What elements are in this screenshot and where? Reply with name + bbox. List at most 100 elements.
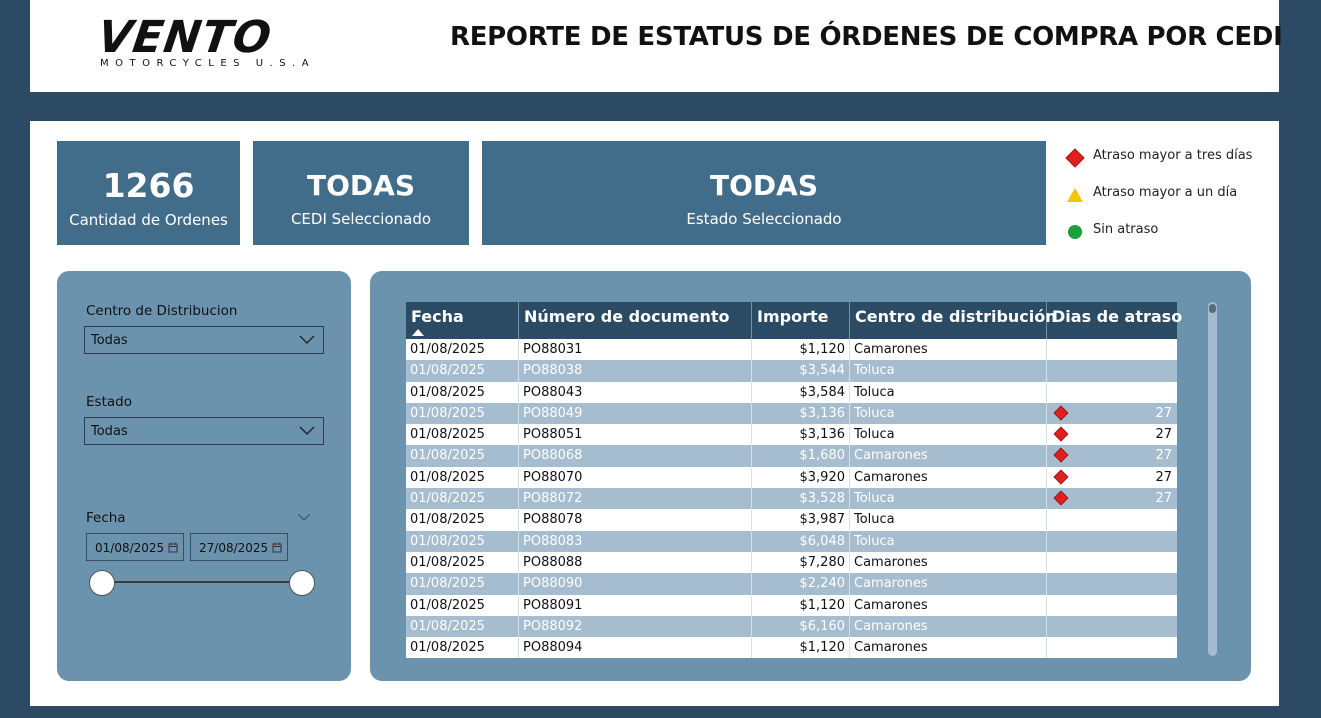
cell-importe: $1,120 — [752, 594, 850, 616]
cell-dias — [1047, 360, 1177, 381]
logo-main-text: VENTO — [94, 12, 276, 63]
centro-filter-label: Centro de Distribucion — [86, 303, 238, 319]
cell-dias: 27 — [1047, 445, 1177, 466]
cell-importe: $6,160 — [752, 615, 850, 638]
cell-documento: PO88091 — [519, 594, 752, 616]
table-body: 01/08/2025 PO88031 $1,120 Camarones 01/08/20… — [406, 339, 1177, 659]
table-row[interactable]: 01/08/2025 PO88083 $6,048 Toluca — [406, 530, 1177, 552]
cell-documento: PO88083 — [519, 530, 752, 552]
estado-card: TODAS Estado Seleccionado — [482, 141, 1046, 245]
cell-dias — [1047, 573, 1177, 594]
table-row[interactable]: 01/08/2025 PO88092 $6,160 Camarones — [406, 615, 1177, 638]
green-circle-icon — [1068, 225, 1082, 239]
cell-documento: PO88094 — [519, 637, 752, 659]
main-panel: 1266 Cantidad de Ordenes TODAS CEDI Sele… — [30, 121, 1279, 706]
cell-dias — [1047, 339, 1177, 360]
dias-value: 27 — [1155, 448, 1172, 464]
start-date-value: 01/08/2025 — [95, 541, 165, 555]
table-scrollbar[interactable] — [1208, 302, 1217, 656]
orders-table: Fecha Número de documento Importe Centro… — [406, 302, 1182, 659]
red-diamond-icon — [1053, 405, 1069, 421]
cell-dias — [1047, 637, 1177, 658]
cell-documento: PO88092 — [519, 615, 752, 638]
legend: Atraso mayor a tres días Atraso mayor a … — [1062, 141, 1272, 252]
yellow-triangle-icon — [1067, 188, 1083, 202]
cell-centro: Camarones — [850, 615, 1047, 638]
cell-dias: 27 — [1047, 467, 1177, 488]
cell-centro: Toluca — [850, 530, 1047, 552]
table-row[interactable]: 01/08/2025 PO88078 $3,987 Toluca — [406, 509, 1177, 531]
vento-logo: VENTO MOTORCYCLES U.S.A — [94, 12, 348, 76]
cell-fecha: 01/08/2025 — [406, 615, 519, 638]
centro-dropdown[interactable]: Todas — [84, 326, 324, 354]
date-slider-track[interactable] — [102, 581, 302, 583]
estado-dropdown[interactable]: Todas — [84, 417, 324, 445]
column-header-documento[interactable]: Número de documento — [519, 302, 752, 339]
cell-dias — [1047, 382, 1177, 403]
column-header-centro[interactable]: Centro de distribución — [850, 302, 1057, 339]
cell-centro: Camarones — [850, 573, 1047, 595]
cell-documento: PO88090 — [519, 573, 752, 595]
chevron-down-icon — [299, 426, 315, 435]
cell-fecha: 01/08/2025 — [406, 509, 519, 531]
start-date-input[interactable]: 01/08/2025 — [86, 533, 184, 561]
legend-label: Atraso mayor a un día — [1093, 185, 1238, 200]
cell-importe: $6,048 — [752, 530, 850, 552]
column-header-fecha[interactable]: Fecha — [406, 302, 519, 339]
cedi-card: TODAS CEDI Seleccionado — [253, 141, 469, 245]
end-date-value: 27/08/2025 — [199, 541, 269, 555]
cell-centro: Toluca — [850, 488, 1047, 510]
chevron-down-icon[interactable] — [297, 513, 311, 522]
end-date-input[interactable]: 27/08/2025 — [190, 533, 288, 561]
cell-importe: $1,120 — [752, 339, 850, 361]
cell-centro: Toluca — [850, 424, 1047, 446]
legend-item-green: Sin atraso — [1062, 215, 1272, 252]
cell-centro: Toluca — [850, 381, 1047, 403]
date-slider-end-handle[interactable] — [289, 570, 315, 596]
calendar-icon — [168, 542, 178, 553]
date-slider-start-handle[interactable] — [89, 570, 115, 596]
cell-centro: Camarones — [850, 594, 1047, 616]
table-row[interactable]: 01/08/2025 PO88049 $3,136 Toluca 27 — [406, 402, 1177, 425]
table-row[interactable]: 01/08/2025 PO88043 $3,584 Toluca — [406, 381, 1177, 403]
table-row[interactable]: 01/08/2025 PO88038 $3,544 Toluca — [406, 360, 1177, 382]
table-row[interactable]: 01/08/2025 PO88090 $2,240 Camarones — [406, 573, 1177, 595]
cell-fecha: 01/08/2025 — [406, 573, 519, 595]
cell-documento: PO88078 — [519, 509, 752, 531]
table-row[interactable]: 01/08/2025 PO88072 $3,528 Toluca 27 — [406, 488, 1177, 510]
cell-importe: $3,136 — [752, 402, 850, 425]
table-row[interactable]: 01/08/2025 PO88068 $1,680 Camarones 27 — [406, 445, 1177, 467]
table-row[interactable]: 01/08/2025 PO88031 $1,120 Camarones — [406, 339, 1177, 361]
cell-dias — [1047, 552, 1177, 573]
header: VENTO MOTORCYCLES U.S.A REPORTE DE ESTAT… — [30, 0, 1283, 92]
cell-dias: 27 — [1047, 424, 1177, 445]
cell-importe: $7,280 — [752, 551, 850, 574]
cell-dias — [1047, 595, 1177, 616]
cell-fecha: 01/08/2025 — [406, 381, 519, 403]
cell-documento: PO88043 — [519, 381, 752, 403]
table-row[interactable]: 01/08/2025 PO88091 $1,120 Camarones — [406, 594, 1177, 616]
cell-dias — [1047, 616, 1177, 637]
red-diamond-icon — [1053, 469, 1069, 485]
cell-importe: $3,987 — [752, 509, 850, 531]
cell-importe: $1,120 — [752, 637, 850, 659]
chevron-down-icon — [299, 335, 315, 344]
table-row[interactable]: 01/08/2025 PO88051 $3,136 Toluca 27 — [406, 424, 1177, 446]
centro-dropdown-value: Todas — [91, 333, 128, 348]
orders-count-label: Cantidad de Ordenes — [69, 211, 228, 229]
dias-value: 27 — [1155, 427, 1172, 443]
red-diamond-icon — [1053, 490, 1069, 506]
column-header-dias[interactable]: Dias de atraso — [1047, 302, 1182, 339]
cell-documento: PO88049 — [519, 402, 752, 425]
table-row[interactable]: 01/08/2025 PO88088 $7,280 Camarones — [406, 551, 1177, 574]
scrollbar-thumb[interactable] — [1209, 304, 1216, 313]
table-row[interactable]: 01/08/2025 PO88094 $1,120 Camarones — [406, 637, 1177, 659]
red-diamond-icon — [1053, 447, 1069, 464]
legend-label: Atraso mayor a tres días — [1093, 148, 1253, 163]
table-row[interactable]: 01/08/2025 PO88070 $3,920 Camarones 27 — [406, 466, 1177, 489]
column-header-importe[interactable]: Importe — [752, 302, 850, 339]
cedi-value: TODAS — [307, 169, 415, 202]
cell-importe: $1,680 — [752, 445, 850, 467]
cedi-label: CEDI Seleccionado — [290, 210, 432, 228]
cell-documento: PO88031 — [519, 339, 752, 361]
